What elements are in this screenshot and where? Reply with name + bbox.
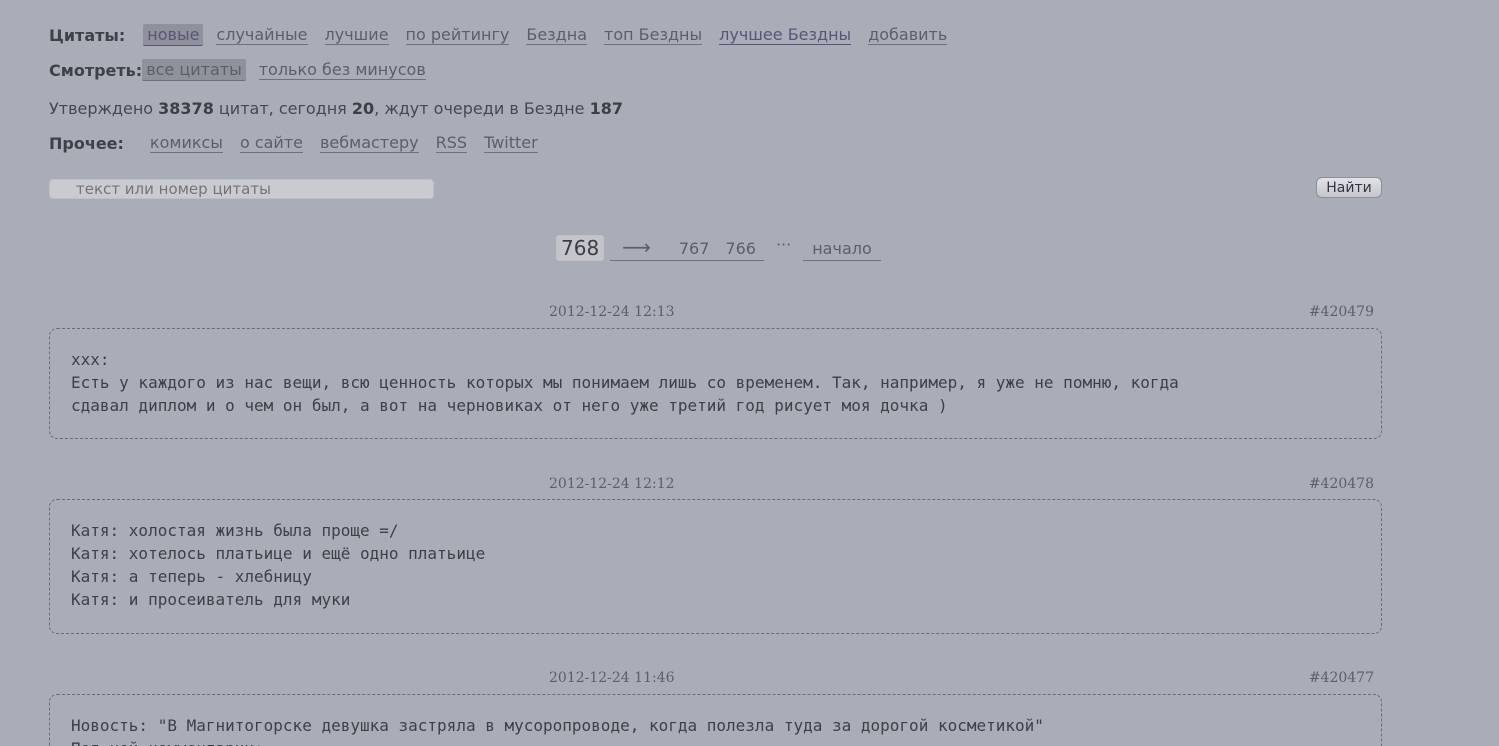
other-link-about[interactable]: о сайте bbox=[239, 134, 303, 153]
pager-pages: 767 766 bbox=[662, 236, 764, 261]
nav-link-add[interactable]: добавить bbox=[868, 25, 948, 45]
stats-queue-count: 187 bbox=[589, 99, 624, 118]
quote-header: 2012-12-24 12:12 #420478 bbox=[49, 476, 1374, 494]
pager-page-link[interactable]: 766 bbox=[725, 236, 756, 260]
quote-text: xxx: Есть у каждого из нас вещи, всю цен… bbox=[49, 328, 1382, 439]
view-link-no-minus[interactable]: только без минусов bbox=[258, 60, 426, 80]
quote-date: 2012-12-24 12:12 bbox=[549, 476, 675, 492]
view-link-all[interactable]: все цитаты bbox=[142, 59, 246, 81]
quotes-nav: Цитаты: новые случайные лучшие по рейтин… bbox=[49, 24, 964, 46]
pager-start-link[interactable]: начало bbox=[803, 236, 881, 261]
nav-link-best[interactable]: лучшие bbox=[324, 25, 389, 45]
quotes-nav-label: Цитаты: bbox=[49, 25, 126, 45]
stats-line: Утверждено 38378 цитат, сегодня 20, ждут… bbox=[49, 99, 623, 118]
stats-approved-count: 38378 bbox=[158, 99, 214, 118]
stats-prefix: Утверждено bbox=[49, 99, 159, 118]
quote-id-link[interactable]: #420477 bbox=[1309, 670, 1374, 686]
nav-link-by-rating[interactable]: по рейтингу bbox=[405, 25, 510, 45]
view-nav: Смотреть: все цитаты только без минусов bbox=[49, 59, 443, 81]
pager-page-link[interactable]: 767 bbox=[679, 236, 710, 260]
nav-link-new[interactable]: новые bbox=[143, 24, 204, 46]
view-nav-label: Смотреть: bbox=[49, 60, 143, 80]
search-button[interactable]: Найти bbox=[1316, 177, 1382, 198]
other-link-webmaster[interactable]: вебмастеру bbox=[319, 134, 419, 153]
nav-link-abyss[interactable]: Бездна bbox=[526, 25, 587, 45]
other-link-comics[interactable]: комиксы bbox=[149, 134, 223, 153]
nav-link-abyss-top[interactable]: топ Бездны bbox=[604, 25, 703, 45]
quote-date: 2012-12-24 11:46 bbox=[549, 670, 675, 686]
quote-header: 2012-12-24 11:46 #420477 bbox=[49, 670, 1374, 688]
other-link-rss[interactable]: RSS bbox=[435, 134, 468, 153]
quote-id-link[interactable]: #420478 bbox=[1309, 476, 1374, 492]
pager-ellipsis: ··· bbox=[775, 234, 792, 254]
page: Цитаты: новые случайные лучшие по рейтин… bbox=[0, 0, 1499, 746]
pager-next-arrow[interactable]: ⟶ bbox=[610, 236, 663, 261]
other-nav: Прочее: комиксы о сайте вебмастеру RSS T… bbox=[49, 134, 555, 153]
stats-today-count: 20 bbox=[351, 99, 375, 118]
quote-date: 2012-12-24 12:13 bbox=[549, 304, 675, 320]
nav-link-abyss-best[interactable]: лучшее Бездны bbox=[719, 25, 852, 45]
search-input[interactable] bbox=[49, 179, 434, 199]
quote-header: 2012-12-24 12:13 #420479 bbox=[49, 304, 1374, 322]
pager-current-page: 768 bbox=[556, 235, 605, 261]
quote-text: Катя: холостая жизнь была проще =/ Катя:… bbox=[49, 499, 1382, 634]
stats-mid1: цитат, сегодня bbox=[213, 99, 352, 118]
nav-link-random[interactable]: случайные bbox=[216, 25, 308, 45]
stats-mid2: , ждут очереди в Бездне bbox=[374, 99, 590, 118]
other-nav-label: Прочее: bbox=[49, 134, 124, 153]
quote-id-link[interactable]: #420479 bbox=[1309, 304, 1374, 320]
pager: 768 ⟶ 767 766 ··· начало bbox=[556, 235, 881, 261]
other-link-twitter[interactable]: Twitter bbox=[484, 134, 538, 153]
quote-text: Новость: "В Магнитогорске девушка застря… bbox=[49, 694, 1382, 746]
